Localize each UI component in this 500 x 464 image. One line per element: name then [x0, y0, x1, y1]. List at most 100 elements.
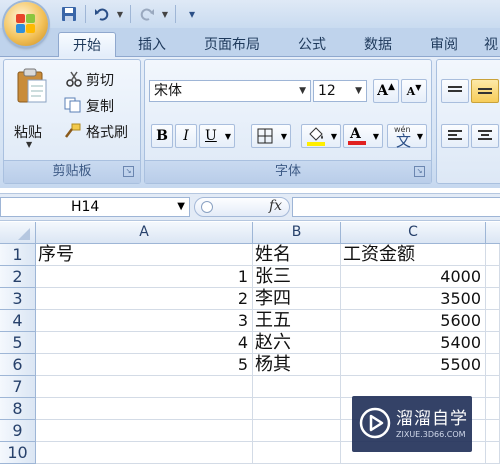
cut-button[interactable]: 剪切: [64, 68, 138, 90]
phonetic-button[interactable]: wén 文 ▼: [387, 124, 427, 150]
row-header[interactable]: 5: [0, 332, 36, 354]
cell-a[interactable]: [36, 398, 253, 420]
row-header[interactable]: 1: [0, 244, 36, 266]
grow-font-button[interactable]: A ▲: [373, 79, 399, 103]
column-header-d[interactable]: [486, 222, 500, 244]
font-color-bar: [348, 141, 366, 145]
tab-formulas[interactable]: 公式: [284, 32, 340, 56]
cell-c[interactable]: 3500: [341, 288, 486, 310]
cell-c[interactable]: [341, 376, 486, 398]
chevron-down-icon: ▼: [177, 201, 185, 212]
cell-b[interactable]: [253, 420, 341, 442]
align-left-button[interactable]: [441, 124, 469, 148]
font-size-combo[interactable]: 12 ▼: [313, 80, 367, 102]
cell-c[interactable]: 4000: [341, 266, 486, 288]
row-header[interactable]: 9: [0, 420, 36, 442]
row-header[interactable]: 7: [0, 376, 36, 398]
cell-a[interactable]: [36, 376, 253, 398]
office-button[interactable]: [4, 2, 48, 46]
cell-c[interactable]: 5500: [341, 354, 486, 376]
cell-d[interactable]: [486, 332, 500, 354]
insert-function-button[interactable]: fx: [269, 198, 282, 214]
redo-icon[interactable]: [136, 4, 158, 24]
cell-c[interactable]: 工资金额: [341, 244, 486, 266]
expand-handle-icon[interactable]: [201, 201, 213, 213]
cell-d[interactable]: [486, 398, 500, 420]
name-box[interactable]: H14 ▼: [0, 197, 190, 217]
clipboard-icon: [17, 68, 47, 103]
italic-button[interactable]: I: [175, 124, 197, 148]
clipboard-group: 粘贴 ▼ 剪切 复制 格式刷 剪贴板 ↘: [3, 59, 141, 184]
row-header[interactable]: 6: [0, 354, 36, 376]
cell-d[interactable]: [486, 266, 500, 288]
cell-a[interactable]: 4: [36, 332, 253, 354]
cell-d[interactable]: [486, 442, 500, 464]
cell-a[interactable]: 5: [36, 354, 253, 376]
cell-b[interactable]: [253, 442, 341, 464]
cell-b[interactable]: 赵六: [253, 332, 341, 354]
column-header-c[interactable]: C: [341, 222, 486, 244]
tab-insert[interactable]: 插入: [124, 32, 180, 56]
cell-d[interactable]: [486, 244, 500, 266]
tab-page-layout[interactable]: 页面布局: [194, 32, 270, 56]
cell-a[interactable]: 2: [36, 288, 253, 310]
watermark-url: ZIXUE.3D66.COM: [396, 430, 466, 439]
borders-button[interactable]: ▼: [251, 124, 291, 148]
font-group-label: 字体: [145, 160, 431, 183]
clipboard-launcher-icon[interactable]: ↘: [123, 166, 134, 177]
redo-dropdown-icon[interactable]: ▼: [160, 4, 170, 24]
align-top-button[interactable]: [441, 79, 469, 103]
row-header[interactable]: 2: [0, 266, 36, 288]
cell-b[interactable]: 张三: [253, 266, 341, 288]
cell-a[interactable]: [36, 442, 253, 464]
cell-b[interactable]: 杨其: [253, 354, 341, 376]
format-painter-button[interactable]: 格式刷: [64, 120, 138, 142]
caret-down-icon: ▼: [415, 82, 422, 92]
customize-qat-icon[interactable]: ▾: [181, 4, 203, 24]
paste-button[interactable]: 粘贴 ▼: [10, 66, 54, 154]
cell-b[interactable]: 姓名: [253, 244, 341, 266]
formula-input[interactable]: [292, 197, 500, 217]
copy-button[interactable]: 复制: [64, 94, 138, 116]
cell-b[interactable]: 王五: [253, 310, 341, 332]
row-header[interactable]: 3: [0, 288, 36, 310]
bold-button[interactable]: B: [151, 124, 173, 148]
cell-c[interactable]: 5400: [341, 332, 486, 354]
tab-review[interactable]: 审阅: [416, 32, 472, 56]
font-name-combo[interactable]: 宋体 ▼: [149, 80, 311, 102]
cell-b[interactable]: 李四: [253, 288, 341, 310]
undo-dropdown-icon[interactable]: ▼: [115, 4, 125, 24]
cell-d[interactable]: [486, 376, 500, 398]
tab-home[interactable]: 开始: [58, 32, 116, 57]
row-header[interactable]: 10: [0, 442, 36, 464]
font-launcher-icon[interactable]: ↘: [414, 166, 425, 177]
tab-data[interactable]: 数据: [350, 32, 406, 56]
cell-a[interactable]: 序号: [36, 244, 253, 266]
cell-d[interactable]: [486, 354, 500, 376]
fill-color-button[interactable]: ▼: [301, 124, 341, 148]
ribbon: 粘贴 ▼ 剪切 复制 格式刷 剪贴板 ↘ 宋体 ▼ 12 ▼ A ▲ A ▼ B…: [0, 57, 500, 188]
cell-d[interactable]: [486, 420, 500, 442]
undo-icon[interactable]: [91, 4, 113, 24]
select-all-corner[interactable]: [0, 222, 36, 244]
shrink-font-button[interactable]: A ▼: [401, 79, 427, 103]
column-header-a[interactable]: A: [36, 222, 253, 244]
row-header[interactable]: 4: [0, 310, 36, 332]
align-middle-icon: [478, 88, 492, 94]
column-header-b[interactable]: B: [253, 222, 341, 244]
cell-a[interactable]: [36, 420, 253, 442]
cell-b[interactable]: [253, 398, 341, 420]
underline-button[interactable]: U ▼: [199, 124, 235, 148]
cell-d[interactable]: [486, 288, 500, 310]
cell-b[interactable]: [253, 376, 341, 398]
row-header[interactable]: 8: [0, 398, 36, 420]
align-center-button[interactable]: [471, 124, 499, 148]
align-middle-button[interactable]: [471, 79, 499, 103]
cell-a[interactable]: 1: [36, 266, 253, 288]
tab-view[interactable]: 视: [484, 32, 500, 56]
font-color-button[interactable]: A ▼: [343, 124, 383, 148]
cell-c[interactable]: 5600: [341, 310, 486, 332]
save-icon[interactable]: [58, 4, 80, 24]
cell-d[interactable]: [486, 310, 500, 332]
cell-a[interactable]: 3: [36, 310, 253, 332]
